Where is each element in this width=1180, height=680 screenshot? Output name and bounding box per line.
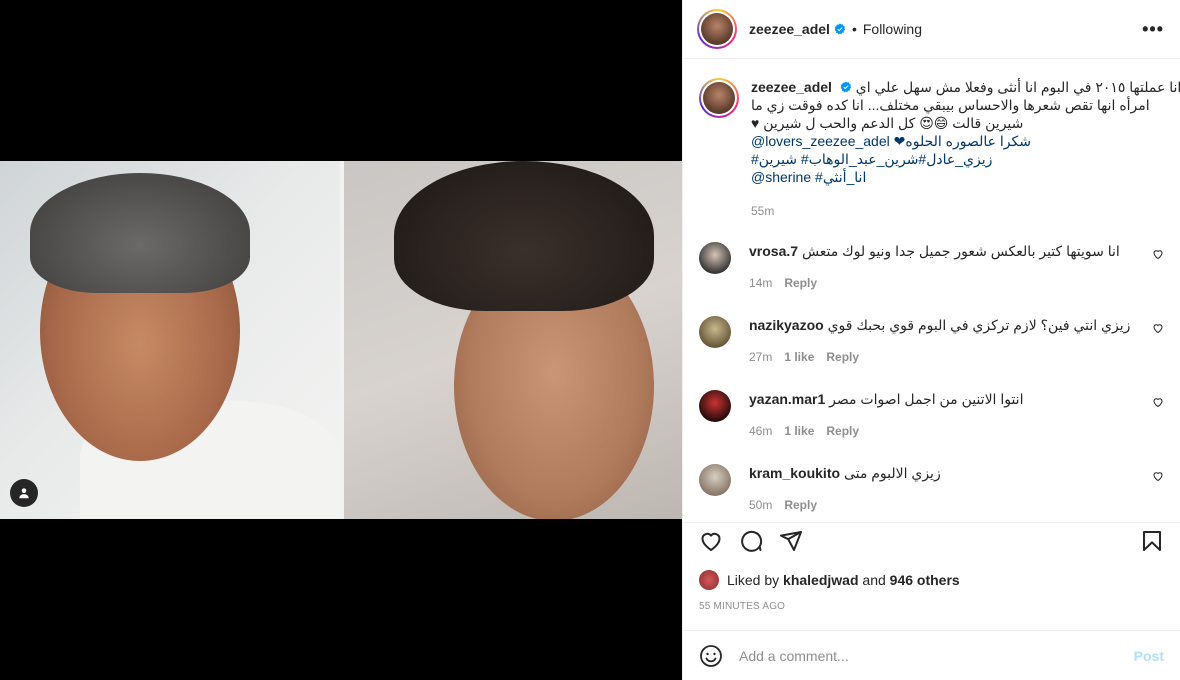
caption-hashtag-line[interactable]: #زيزي_عادل#شرين_عبد_الوهاب# شيرين [751, 150, 1180, 168]
comment-time[interactable]: 27m [749, 348, 772, 366]
comment-text: زيزي انتي فين؟ لازم تركزي في البوم قوي ب… [827, 317, 1131, 333]
likes-others[interactable]: 946 others [890, 572, 960, 588]
add-comment-input[interactable] [739, 647, 1134, 664]
caption-line: zeezee_adel انا عملتها ٢٠١٥ في البوم انا… [751, 78, 1180, 96]
liker-avatar[interactable] [699, 570, 719, 590]
action-bar [683, 522, 1180, 558]
following-button[interactable]: Following [863, 21, 922, 37]
comment-reply-button[interactable]: Reply [826, 348, 859, 366]
caption-line: امرأه انها تقص شعرها والاحساس بيبقي مختل… [751, 97, 1150, 113]
comment-item: vrosa.7 انا سويتها كتير بالعكس شعور جميل… [699, 242, 1164, 292]
comment-text: زيزي الالبوم متى [843, 465, 941, 481]
comment-like-heart-icon[interactable] [1152, 396, 1164, 408]
caption-time[interactable]: 55m [751, 202, 1180, 220]
likes-middle: and [862, 572, 886, 588]
likes-summary: Liked by khaledjwad and 946 others [699, 570, 1164, 590]
post-viewer: zeezee_adel • Following ••• zeezee_adel … [0, 0, 1180, 680]
save-icon[interactable] [1140, 529, 1164, 553]
comment-likes[interactable]: 1 like [784, 348, 814, 366]
user-tag-icon[interactable] [10, 479, 38, 507]
caption-hashtag-line[interactable]: @sherine #انا_أنثي [751, 168, 1180, 186]
more-options-icon[interactable]: ••• [1142, 19, 1164, 40]
caption-avatar[interactable] [699, 78, 739, 118]
comment-time[interactable]: 50m [749, 496, 772, 514]
comment-avatar[interactable] [699, 464, 731, 496]
photo-right-panel [343, 161, 682, 519]
photo-hair-left [30, 173, 250, 293]
comment-item: kram_koukito زيزي الالبوم متى 50m Reply [699, 464, 1164, 514]
add-comment-bar: Post [683, 630, 1180, 680]
share-icon[interactable] [779, 529, 803, 553]
emoji-icon[interactable] [699, 644, 723, 668]
post-photo[interactable] [0, 161, 682, 519]
verified-icon [834, 23, 846, 35]
comment-text: انتوا الاتنين من اجمل اصوات مصر [829, 391, 1024, 407]
comment-item: yazan.mar1 انتوا الاتنين من اجمل اصوات م… [699, 390, 1164, 440]
comment-item: nazikyazoo زيزي انتي فين؟ لازم تركزي في … [699, 316, 1164, 366]
comments-list[interactable]: zeezee_adel انا عملتها ٢٠١٥ في البوم انا… [683, 60, 1180, 522]
header-username[interactable]: zeezee_adel [749, 21, 830, 37]
liker-username[interactable]: khaledjwad [783, 572, 858, 588]
caption-line: ♥ شيرين قالت 😄😍 كل الدعم والحب ل شيرين [751, 115, 1024, 131]
comment-avatar[interactable] [699, 242, 731, 274]
photo-hair-right [393, 161, 654, 311]
comment-avatar[interactable] [699, 390, 731, 422]
avatar[interactable] [697, 9, 737, 49]
post-timestamp[interactable]: 55 MINUTES AGO [699, 601, 785, 612]
header-separator: • [851, 21, 857, 37]
comment-username[interactable]: nazikyazoo [749, 317, 824, 333]
comment-username[interactable]: yazan.mar1 [749, 391, 825, 407]
comment-time[interactable]: 46m [749, 422, 772, 440]
comment-reply-button[interactable]: Reply [826, 422, 859, 440]
comment-like-heart-icon[interactable] [1152, 322, 1164, 334]
comment-like-heart-icon[interactable] [1152, 470, 1164, 482]
caption-text: انا عملتها ٢٠١٥ في البوم انا أنثى وفعلا … [855, 79, 1180, 95]
comment-text: انا سويتها كتير بالعكس شعور جميل جدا وني… [801, 243, 1120, 259]
likes-prefix: Liked by [727, 572, 780, 588]
photo-left-panel [0, 161, 340, 519]
comment-like-heart-icon[interactable] [1152, 248, 1164, 260]
verified-icon [840, 81, 852, 93]
comment-icon[interactable] [739, 529, 763, 553]
post-caption: zeezee_adel انا عملتها ٢٠١٥ في البوم انا… [699, 78, 1180, 220]
post-side-panel: zeezee_adel • Following ••• zeezee_adel … [682, 0, 1180, 680]
comment-reply-button[interactable]: Reply [784, 274, 817, 292]
post-comment-button[interactable]: Post [1134, 648, 1164, 664]
comment-username[interactable]: vrosa.7 [749, 243, 798, 259]
comment-time[interactable]: 14m [749, 274, 772, 292]
heart-icon[interactable] [699, 529, 723, 553]
caption-username[interactable]: zeezee_adel [751, 79, 832, 95]
post-media [0, 0, 682, 680]
comment-avatar[interactable] [699, 316, 731, 348]
comment-reply-button[interactable]: Reply [784, 496, 817, 514]
comment-likes[interactable]: 1 like [784, 422, 814, 440]
post-header: zeezee_adel • Following ••• [683, 0, 1180, 59]
comment-username[interactable]: kram_koukito [749, 465, 840, 481]
caption-mention-line[interactable]: @lovers_zeezee_adel ❤شكرا عالصوره الحلوه [751, 132, 1180, 150]
